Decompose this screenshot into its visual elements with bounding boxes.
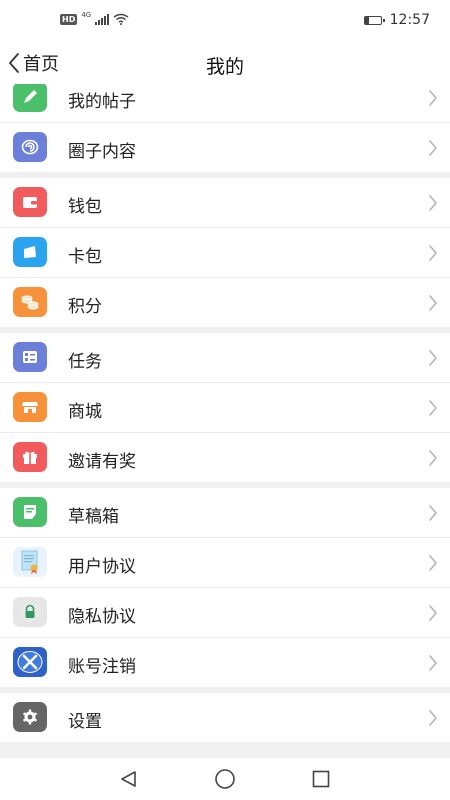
store-icon <box>13 392 47 422</box>
menu-item-label: 设置 <box>68 712 102 732</box>
task-icon <box>13 342 47 372</box>
card-holder-icon <box>13 237 47 267</box>
circle-home-icon <box>215 769 235 789</box>
chevron-right-icon <box>428 194 438 216</box>
menu-item[interactable]: 任务 <box>0 333 450 383</box>
menu-group: 设置 <box>0 693 450 742</box>
menu-item[interactable]: 我的帖子 <box>0 84 450 123</box>
chevron-right-icon <box>428 349 438 371</box>
system-nav-bar <box>0 758 450 800</box>
menu-item-label: 草稿箱 <box>68 507 119 527</box>
gift-icon <box>13 442 47 472</box>
triangle-back-icon <box>121 771 136 787</box>
menu-item[interactable]: 商城 <box>0 383 450 433</box>
menu-item[interactable]: 账号注销 <box>0 638 450 687</box>
clock: 12:57 <box>389 12 430 28</box>
menu-item-label: 积分 <box>68 297 102 317</box>
menu-item-label: 隐私协议 <box>68 607 136 627</box>
square-recent-icon <box>312 770 330 788</box>
post-icon <box>13 84 47 112</box>
menu-item[interactable]: 圈子内容 <box>0 123 450 172</box>
menu-item[interactable]: 卡包 <box>0 228 450 278</box>
menu-item[interactable]: 草稿箱 <box>0 488 450 538</box>
nav-recent-button[interactable] <box>309 767 333 791</box>
menu-item-label: 任务 <box>68 352 102 372</box>
chevron-right-icon <box>428 604 438 626</box>
chevron-right-icon <box>428 399 438 421</box>
chevron-right-icon <box>428 654 438 676</box>
chevron-right-icon <box>428 504 438 526</box>
menu-item-label: 邀请有奖 <box>68 452 136 472</box>
points-icon <box>13 287 47 317</box>
network-type: 4G <box>81 11 92 19</box>
menu-item[interactable]: 用户协议 <box>0 538 450 588</box>
account-cancel-icon <box>13 647 47 677</box>
hd-badge: HD <box>60 13 78 25</box>
menu-group: 我的帖子 圈子内容 <box>0 84 450 172</box>
status-right: 12:57 <box>363 12 430 28</box>
menu-group: 任务 商城 邀请有奖 <box>0 333 450 482</box>
battery-icon <box>363 15 385 25</box>
chevron-right-icon <box>429 505 437 521</box>
chevron-right-icon <box>428 139 438 161</box>
gear-icon <box>13 702 47 732</box>
title-bar: 首页 我的 <box>0 44 450 84</box>
chevron-right-icon <box>428 89 438 111</box>
chevron-right-icon <box>429 90 437 106</box>
menu-item-label: 用户协议 <box>68 557 136 577</box>
chevron-right-icon <box>429 245 437 261</box>
menu-item[interactable]: 邀请有奖 <box>0 433 450 482</box>
chevron-right-icon <box>428 449 438 471</box>
chevron-right-icon <box>428 294 438 316</box>
menu-item-label: 账号注销 <box>68 657 136 677</box>
menu-item-label: 圈子内容 <box>68 142 136 162</box>
chevron-right-icon <box>429 350 437 366</box>
chevron-right-icon <box>429 655 437 671</box>
chevron-right-icon <box>429 400 437 416</box>
wifi-icon <box>113 13 129 25</box>
menu-item[interactable]: 隐私协议 <box>0 588 450 638</box>
menu-item-label: 商城 <box>68 402 102 422</box>
menu-item[interactable]: 设置 <box>0 693 450 742</box>
menu-item[interactable]: 积分 <box>0 278 450 327</box>
menu-group: 钱包 卡包 积分 <box>0 178 450 327</box>
menu-item-label: 卡包 <box>68 247 102 267</box>
menu-item[interactable]: 钱包 <box>0 178 450 228</box>
chevron-right-icon <box>429 555 437 571</box>
signal-icon <box>95 13 110 25</box>
chevron-right-icon <box>429 140 437 156</box>
menu-item-label: 我的帖子 <box>68 92 136 112</box>
wallet-icon <box>13 187 47 217</box>
chevron-right-icon <box>428 554 438 576</box>
chevron-right-icon <box>429 450 437 466</box>
chevron-right-icon <box>429 605 437 621</box>
drafts-icon <box>13 497 47 527</box>
privacy-lock-icon <box>13 597 47 627</box>
menu-item-label: 钱包 <box>68 197 102 217</box>
circle-content-icon <box>13 132 47 162</box>
chevron-right-icon <box>429 295 437 311</box>
chevron-right-icon <box>428 244 438 266</box>
status-bar: HD 4G 12:57 <box>0 0 450 44</box>
user-agreement-icon <box>13 547 47 577</box>
nav-home-button[interactable] <box>213 767 237 791</box>
chevron-right-icon <box>429 710 437 726</box>
chevron-right-icon <box>428 709 438 731</box>
chevron-right-icon <box>429 195 437 211</box>
page-title: 我的 <box>205 56 244 78</box>
status-indicators: HD 4G <box>60 11 129 25</box>
menu-list: 我的帖子圈子内容钱包卡包积分任务商城邀请有奖草稿箱用户协议隐私协议账号注销设置 <box>0 84 450 758</box>
nav-back-button[interactable] <box>117 767 141 791</box>
menu-group: 草稿箱用户协议隐私协议账号注销 <box>0 488 450 687</box>
